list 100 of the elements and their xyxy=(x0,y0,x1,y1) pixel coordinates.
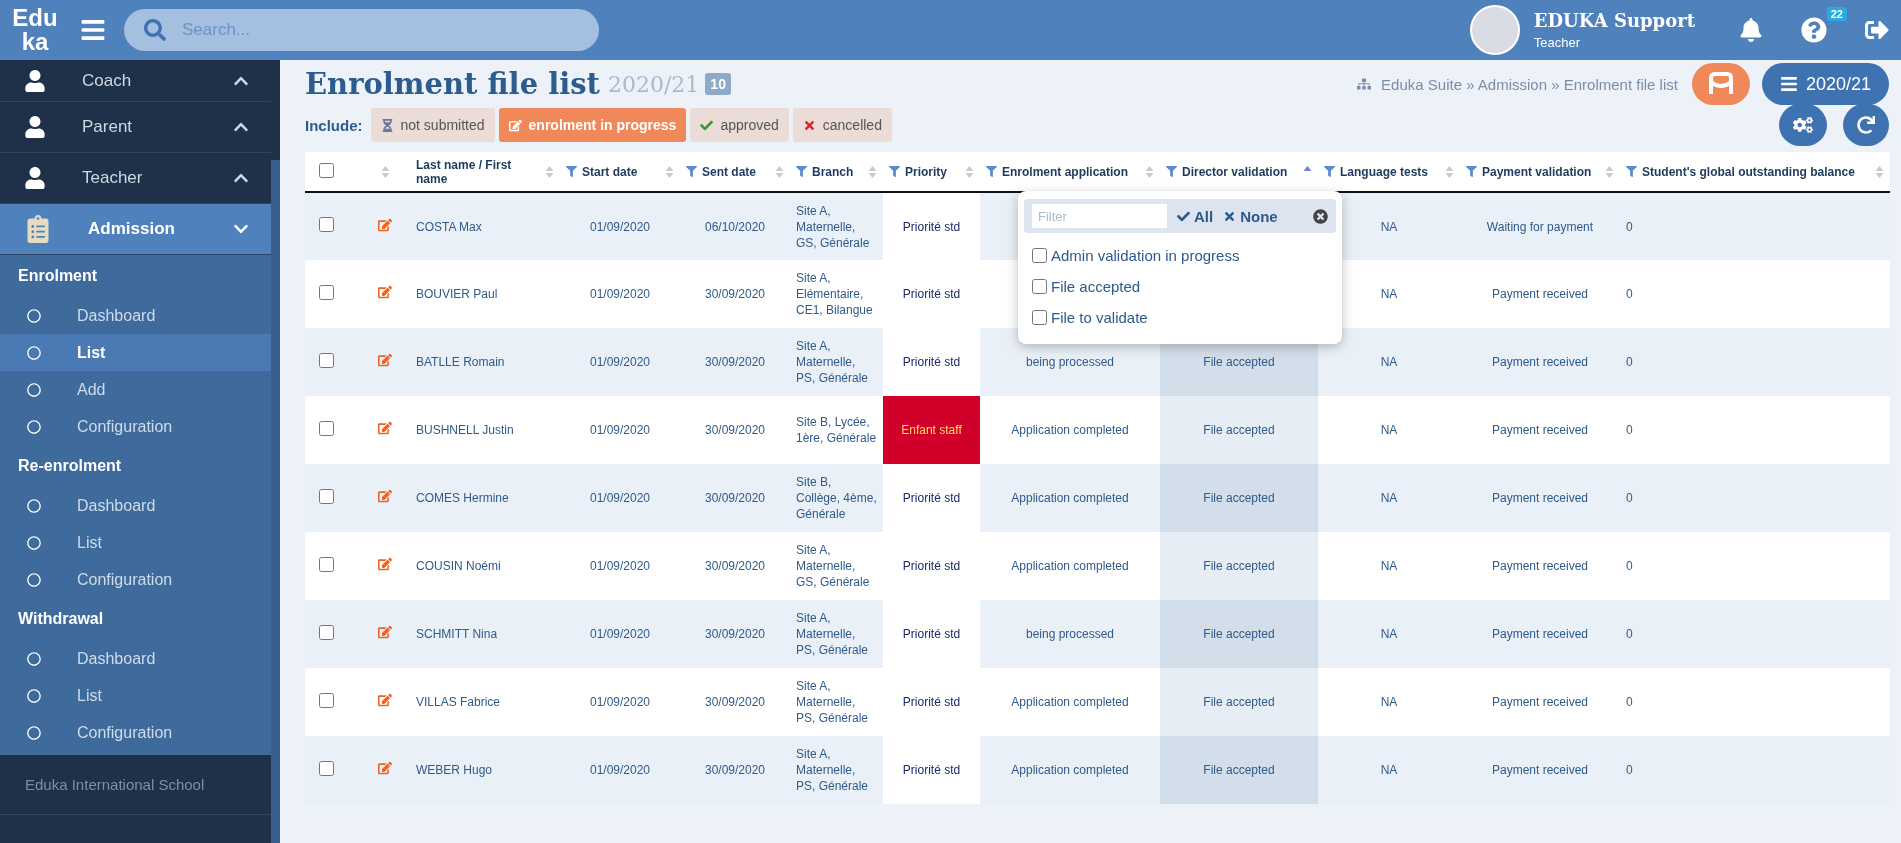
filter-field[interactable]: Filter xyxy=(1032,204,1167,228)
notifications-button[interactable] xyxy=(1739,18,1763,42)
sidebar-item[interactable]: Configuration xyxy=(0,408,271,445)
sidebar-item[interactable]: Configuration xyxy=(0,561,271,598)
column-header[interactable]: Priority xyxy=(905,164,960,179)
person-icon xyxy=(24,116,46,138)
row-checkbox[interactable] xyxy=(319,556,334,572)
edit-icon[interactable] xyxy=(378,217,392,232)
filter-icon[interactable] xyxy=(686,166,697,177)
search-field[interactable]: Search... xyxy=(124,9,599,51)
edit-icon[interactable] xyxy=(378,353,392,367)
table-cell: BOUVIER Paul xyxy=(416,287,498,301)
year-button[interactable]: 2020/21 xyxy=(1761,63,1889,105)
edit-icon[interactable] xyxy=(378,693,392,707)
row-checkbox[interactable] xyxy=(319,624,334,640)
column-header[interactable]: Payment validation xyxy=(1482,164,1600,179)
edit-icon[interactable] xyxy=(378,489,392,503)
select-all-checkbox[interactable] xyxy=(319,162,334,178)
filter-icon[interactable] xyxy=(1626,166,1637,177)
filter-icon[interactable] xyxy=(566,166,577,177)
settings-button[interactable] xyxy=(1779,104,1827,146)
column-header[interactable]: Last name / First name xyxy=(416,157,540,186)
table-cell: Payment received xyxy=(1491,559,1588,573)
column-header[interactable]: Director validation xyxy=(1182,164,1298,179)
avatar[interactable] xyxy=(1469,5,1520,55)
search-icon xyxy=(144,19,166,41)
checkbox[interactable] xyxy=(1032,248,1047,263)
row-checkbox[interactable] xyxy=(319,284,334,300)
table-cell: 0 xyxy=(1626,763,1633,777)
scrollbar[interactable] xyxy=(271,160,280,843)
row-checkbox[interactable] xyxy=(319,352,334,368)
help-button[interactable] xyxy=(1801,17,1827,43)
sidebar-group[interactable]: Admission xyxy=(0,204,271,255)
table-cell: 30/09/2020 xyxy=(704,695,766,709)
table-cell: 30/09/2020 xyxy=(704,423,766,437)
table-cell: NA xyxy=(1380,219,1398,234)
sidebar-item[interactable]: Dashboard xyxy=(0,297,271,334)
row-checkbox[interactable] xyxy=(319,217,334,232)
column-header[interactable]: Start date xyxy=(582,164,660,179)
edit-icon[interactable] xyxy=(378,557,392,571)
column-header[interactable]: Student's global outstanding balance xyxy=(1642,164,1870,179)
column-header[interactable]: Language tests xyxy=(1340,164,1440,179)
row-checkbox[interactable] xyxy=(319,420,334,436)
priority-cell: Priorité std xyxy=(883,668,980,736)
sidebar-item[interactable]: Dashboard xyxy=(0,640,271,677)
check-icon xyxy=(1177,209,1190,223)
row-checkbox[interactable] xyxy=(319,760,334,776)
edit-icon[interactable] xyxy=(378,625,392,639)
edit-icon[interactable] xyxy=(378,285,392,299)
sidebar-item[interactable]: Dashboard xyxy=(0,487,271,524)
select-none-button[interactable]: None xyxy=(1223,207,1278,225)
sidebar-item[interactable]: List xyxy=(0,334,271,371)
table-cell: Site A, Maternelle, PS, Générale xyxy=(796,339,869,385)
user-name: EDUKA Support xyxy=(1533,10,1695,31)
filter-icon[interactable] xyxy=(889,166,900,177)
filter-icon[interactable] xyxy=(796,166,807,177)
row-checkbox[interactable] xyxy=(319,488,334,504)
filter-icon[interactable] xyxy=(1324,166,1335,177)
status-filter-chip[interactable]: approved xyxy=(690,108,789,142)
table-cell: 01/09/2020 xyxy=(589,559,651,573)
menu-icon xyxy=(1779,75,1798,93)
table-cell: File accepted xyxy=(1203,423,1275,437)
edit-icon[interactable] xyxy=(378,761,392,775)
status-filter-chip[interactable]: not submitted xyxy=(370,108,495,142)
menu-button[interactable] xyxy=(80,17,106,43)
refresh-button[interactable] xyxy=(1843,104,1889,146)
column-header[interactable]: Sent date xyxy=(702,164,770,179)
table-cell: Waiting for payment xyxy=(1486,219,1594,234)
table-cell: Site A, Maternelle, PS, Générale xyxy=(796,679,869,725)
person-icon xyxy=(24,167,46,189)
row-checkbox[interactable] xyxy=(319,692,334,708)
table-cell: Payment received xyxy=(1491,763,1588,777)
checkbox[interactable] xyxy=(1032,279,1047,294)
filter-icon[interactable] xyxy=(1166,166,1177,177)
priority-cell: Priorité std xyxy=(883,736,980,804)
priority-cell: Enfant staff xyxy=(883,396,980,464)
cross-icon xyxy=(802,118,816,132)
edit-icon[interactable] xyxy=(378,421,392,435)
column-header[interactable]: Enrolment application xyxy=(1002,164,1140,179)
select-all-button[interactable]: All xyxy=(1177,207,1214,225)
checkbox[interactable] xyxy=(1032,310,1047,325)
logo-button[interactable] xyxy=(1691,63,1750,105)
status-filter-chip[interactable]: cancelled xyxy=(792,108,892,142)
table-cell: Application completed xyxy=(1011,491,1129,505)
filter-option[interactable]: File accepted xyxy=(1032,278,1336,295)
table-cell: 0 xyxy=(1626,627,1633,641)
column-header[interactable]: Branch xyxy=(812,164,863,179)
sidebar-item[interactable]: Configuration xyxy=(0,714,271,751)
hourglass-icon xyxy=(380,118,394,132)
close-icon[interactable] xyxy=(1313,208,1328,224)
table-cell: COUSIN Noémi xyxy=(416,559,501,573)
logout-button[interactable] xyxy=(1865,18,1889,42)
filter-option[interactable]: Admin validation in progress xyxy=(1032,247,1336,264)
sidebar-item[interactable]: Add xyxy=(0,371,271,408)
filter-icon[interactable] xyxy=(986,166,997,177)
filter-icon[interactable] xyxy=(1466,166,1477,177)
filter-option[interactable]: File to validate xyxy=(1032,309,1336,326)
sidebar-item[interactable]: List xyxy=(0,677,271,714)
sidebar-item[interactable]: List xyxy=(0,524,271,561)
eduka-logo[interactable]: Edu ka xyxy=(0,6,70,54)
